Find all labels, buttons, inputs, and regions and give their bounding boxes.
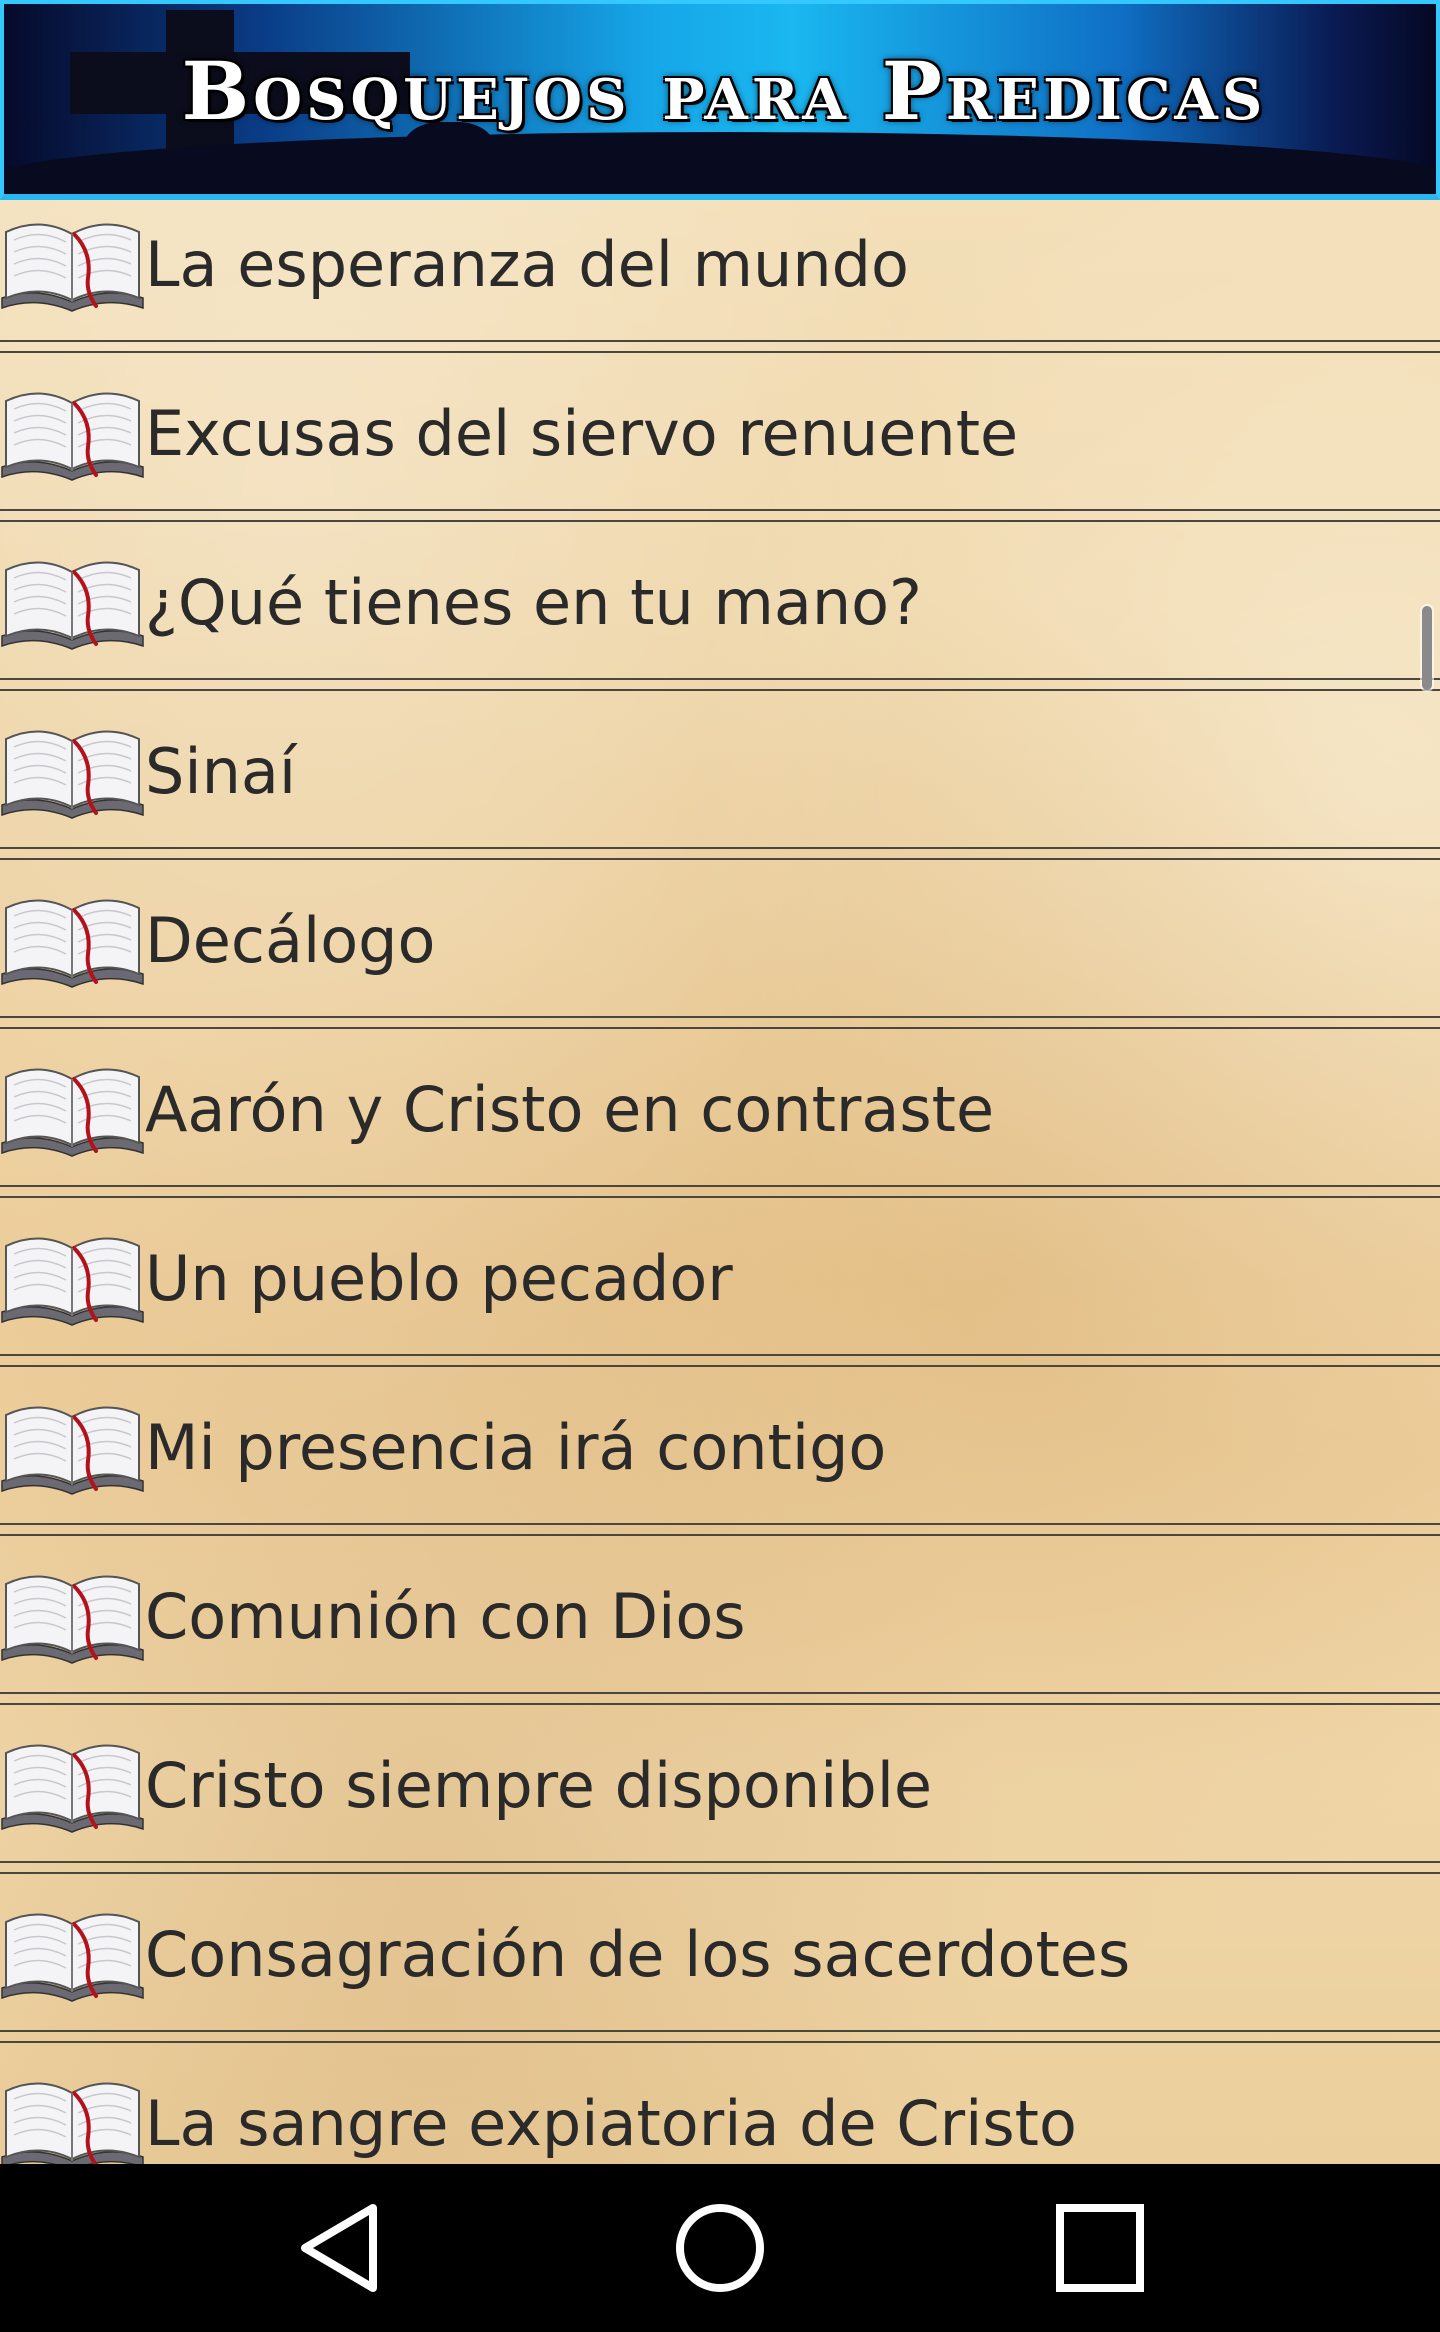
open-book-icon bbox=[1, 1913, 144, 2002]
list-item-label: Excusas del siervo renuente bbox=[145, 397, 1019, 470]
divider bbox=[0, 1016, 1440, 1018]
list-item-label: Un pueblo pecador bbox=[145, 1242, 733, 1315]
open-book-icon bbox=[1, 392, 144, 481]
list-item-label: Comunión con Dios bbox=[145, 1580, 746, 1653]
divider bbox=[0, 1703, 1440, 1705]
list-item-label: ¿Qué tienes en tu mano? bbox=[145, 566, 922, 639]
list-item[interactable]: Excusas del siervo renuente bbox=[0, 369, 1440, 538]
list-item[interactable]: Decálogo bbox=[0, 876, 1440, 1045]
list-item[interactable]: Cristo siempre disponible bbox=[0, 1721, 1440, 1890]
list-item[interactable]: Consagración de los sacerdotes bbox=[0, 1890, 1440, 2059]
open-book-icon bbox=[1, 1237, 144, 1326]
divider bbox=[0, 1872, 1440, 1874]
divider bbox=[0, 678, 1440, 680]
navigation-bar bbox=[0, 2164, 1440, 2332]
divider bbox=[0, 1185, 1440, 1187]
divider bbox=[0, 1365, 1440, 1367]
open-book-icon bbox=[1, 1068, 144, 1157]
sermon-list[interactable]: La esperanza del mundo Excusas del siervo… bbox=[0, 200, 1440, 2164]
divider bbox=[0, 1196, 1440, 1198]
header-banner: Bosquejos para Predicas bbox=[0, 0, 1440, 200]
divider bbox=[0, 1354, 1440, 1356]
divider bbox=[0, 1861, 1440, 1863]
open-book-icon bbox=[1, 1575, 144, 1664]
list-item[interactable]: Sinaí bbox=[0, 707, 1440, 876]
divider bbox=[0, 1523, 1440, 1525]
open-book-icon bbox=[1, 899, 144, 988]
list-item-label: Cristo siempre disponible bbox=[145, 1749, 933, 1822]
recents-square-icon bbox=[1056, 2204, 1144, 2292]
divider bbox=[0, 2041, 1440, 2043]
divider bbox=[0, 1692, 1440, 1694]
home-circle-icon bbox=[676, 2204, 764, 2292]
divider bbox=[0, 847, 1440, 849]
list-item-label: Decálogo bbox=[145, 904, 436, 977]
list-item-label: La esperanza del mundo bbox=[145, 228, 909, 301]
list-item-label: Sinaí bbox=[145, 735, 297, 808]
back-triangle-icon bbox=[301, 2204, 377, 2292]
list-item-label: Aarón y Cristo en contraste bbox=[145, 1073, 995, 1146]
scrollbar-thumb[interactable] bbox=[1422, 606, 1432, 690]
list-item[interactable]: Un pueblo pecador bbox=[0, 1214, 1440, 1383]
app-title: Bosquejos para Predicas bbox=[181, 44, 1267, 138]
divider bbox=[0, 689, 1440, 691]
list-item[interactable]: Aarón y Cristo en contraste bbox=[0, 1045, 1440, 1214]
divider bbox=[0, 2030, 1440, 2032]
list-item[interactable]: La esperanza del mundo bbox=[0, 200, 1440, 369]
open-book-icon bbox=[1, 2082, 144, 2164]
divider bbox=[0, 520, 1440, 522]
list-item[interactable]: La sangre expiatoria de Cristo bbox=[0, 2059, 1440, 2164]
open-book-icon bbox=[1, 1406, 144, 1495]
list-item[interactable]: Comunión con Dios bbox=[0, 1552, 1440, 1721]
recents-button[interactable] bbox=[1000, 2164, 1200, 2332]
divider bbox=[0, 509, 1440, 511]
list-item[interactable]: Mi presencia irá contigo bbox=[0, 1383, 1440, 1552]
open-book-icon bbox=[1, 561, 144, 650]
divider bbox=[0, 1534, 1440, 1536]
list-item-label: La sangre expiatoria de Cristo bbox=[145, 2087, 1077, 2160]
home-button[interactable] bbox=[620, 2164, 820, 2332]
divider bbox=[0, 858, 1440, 860]
divider bbox=[0, 1027, 1440, 1029]
list-item-label: Consagración de los sacerdotes bbox=[145, 1918, 1131, 1991]
back-button[interactable] bbox=[243, 2164, 443, 2332]
open-book-icon bbox=[1, 1744, 144, 1833]
open-book-icon bbox=[1, 730, 144, 819]
divider bbox=[0, 351, 1440, 353]
list-item-label: Mi presencia irá contigo bbox=[145, 1411, 887, 1484]
open-book-icon bbox=[1, 223, 144, 312]
divider bbox=[0, 340, 1440, 342]
list-item[interactable]: ¿Qué tienes en tu mano? bbox=[0, 538, 1440, 707]
app-root: Bosquejos para Predicas La esperanza del… bbox=[0, 0, 1440, 2332]
